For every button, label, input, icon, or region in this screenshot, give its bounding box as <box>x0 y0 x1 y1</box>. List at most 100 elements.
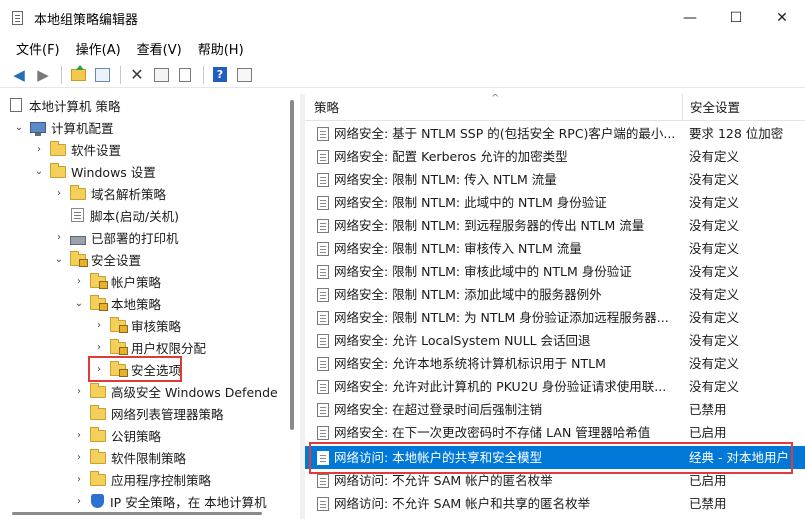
policy-name: 网络安全: 在下一次更改密码时不存储 LAN 管理器哈希值 <box>334 425 651 440</box>
policy-icon <box>317 127 329 141</box>
tree-item-windows-defender-firewall[interactable]: › 高级安全 Windows Defende <box>72 380 278 402</box>
folder-icon <box>50 163 66 178</box>
policy-name: 网络安全: 限制 NTLM: 为 NTLM 身份验证添加远程服务器... <box>334 310 669 325</box>
policy-name: 网络安全: 限制 NTLM: 到远程服务器的传出 NTLM 流量 <box>334 218 645 233</box>
table-row[interactable]: 网络安全: 在超过登录时间后强制注销 已禁用 <box>305 398 805 421</box>
table-row[interactable]: 网络安全: 允许本地系统将计算机标识用于 NTLM 没有定义 <box>305 352 805 375</box>
console-tree: 本地计算机 策略 ⌄ 计算机配置 › 软件设置 ⌄ Windows 设置 › 域… <box>0 94 300 519</box>
delete-icon[interactable]: ✕ <box>126 64 148 86</box>
policy-icon <box>317 426 329 440</box>
chevron-right-icon[interactable]: › <box>92 320 106 331</box>
window-controls: — ☐ ✕ <box>667 0 805 36</box>
policy-value: 已启用 <box>689 425 727 440</box>
menu-file[interactable]: 文件(F) <box>8 39 68 58</box>
table-row[interactable]: 网络安全: 限制 NTLM: 为 NTLM 身份验证添加远程服务器... 没有定义 <box>305 306 805 329</box>
chevron-right-icon[interactable]: › <box>72 276 86 287</box>
minimize-button[interactable]: — <box>667 0 713 36</box>
tree-item-ip-security-policies[interactable]: › IP 安全策略，在 本地计算机 <box>72 490 267 512</box>
menu-view[interactable]: 查看(V) <box>129 39 190 58</box>
tree-item-label: 安全设置 <box>91 252 142 268</box>
tree-item-account-policies[interactable]: › 帐户策略 <box>72 270 161 292</box>
tree-item-label: 软件设置 <box>71 142 122 158</box>
tree-vertical-scrollbar[interactable] <box>290 100 294 430</box>
tree-item-app-control-policies[interactable]: › 应用程序控制策略 <box>72 468 211 490</box>
chevron-right-icon[interactable]: › <box>72 430 86 441</box>
forward-arrow-icon[interactable]: ▶ <box>32 64 54 86</box>
tree-item-local-policies[interactable]: ⌄ 本地策略 <box>72 292 161 314</box>
policy-value: 没有定义 <box>689 287 740 302</box>
tree-item-label: 公钥策略 <box>111 428 162 444</box>
tree-item-local-computer-policy[interactable]: 本地计算机 策略 <box>8 94 120 116</box>
properties-icon[interactable] <box>150 64 172 86</box>
table-row[interactable]: 网络安全: 基于 NTLM SSP 的(包括安全 RPC)客户端的最小... 要求… <box>305 122 805 145</box>
tree-item-software-restriction[interactable]: › 软件限制策略 <box>72 446 186 468</box>
view-icon[interactable] <box>233 64 255 86</box>
locked-folder-icon <box>90 273 108 289</box>
tree-item-public-key-policies[interactable]: › 公钥策略 <box>72 424 161 446</box>
shield-icon <box>91 494 104 508</box>
tree-item-network-list-manager[interactable]: 网络列表管理器策略 <box>72 402 224 424</box>
show-hide-tree-icon[interactable] <box>91 64 113 86</box>
policy-value: 没有定义 <box>689 356 740 371</box>
policy-value: 没有定义 <box>689 264 740 279</box>
policy-value: 没有定义 <box>689 310 740 325</box>
policy-icon <box>317 311 329 325</box>
export-list-icon[interactable] <box>174 64 196 86</box>
chevron-down-icon[interactable]: ⌄ <box>52 254 66 265</box>
tree-item-label: 脚本(启动/关机) <box>90 208 179 224</box>
chevron-right-icon[interactable]: › <box>52 232 66 243</box>
chevron-right-icon[interactable]: › <box>32 144 46 155</box>
table-row[interactable]: 网络安全: 允许 LocalSystem NULL 会话回退 没有定义 <box>305 329 805 352</box>
table-row[interactable]: 网络安全: 限制 NTLM: 到远程服务器的传出 NTLM 流量 没有定义 <box>305 214 805 237</box>
tree-item-name-resolution-policy[interactable]: › 域名解析策略 <box>52 182 166 204</box>
policy-icon <box>317 196 329 210</box>
tree-item-windows-settings[interactable]: ⌄ Windows 设置 <box>32 160 156 182</box>
toolbar-separator <box>203 65 204 84</box>
row-highlight-box <box>309 442 793 474</box>
tree-item-scripts[interactable]: 脚本(启动/关机) <box>52 204 179 226</box>
chevron-down-icon[interactable]: ⌄ <box>12 122 26 133</box>
maximize-button[interactable]: ☐ <box>713 0 759 36</box>
table-row[interactable]: 网络安全: 限制 NTLM: 审核传入 NTLM 流量 没有定义 <box>305 237 805 260</box>
column-header-security-setting[interactable]: 安全设置 <box>682 94 805 121</box>
tree-item-deployed-printers[interactable]: › 已部署的打印机 <box>52 226 179 248</box>
table-row[interactable]: 网络安全: 限制 NTLM: 传入 NTLM 流量 没有定义 <box>305 168 805 191</box>
folder-icon <box>70 185 86 200</box>
table-row[interactable]: 网络安全: 在下一次更改密码时不存储 LAN 管理器哈希值 已启用 <box>305 421 805 444</box>
tree-item-security-settings[interactable]: ⌄ 安全设置 <box>52 248 141 270</box>
list-header: 策略 ^ 安全设置 <box>305 94 805 121</box>
table-row[interactable]: 网络访问: 不允许 SAM 帐户和共享的匿名枚举 已禁用 <box>305 492 805 515</box>
back-arrow-icon[interactable]: ◀ <box>8 64 30 86</box>
policy-icon <box>317 380 329 394</box>
toolbar-separator <box>61 65 62 84</box>
chevron-right-icon[interactable]: › <box>72 452 86 463</box>
chevron-down-icon[interactable]: ⌄ <box>72 298 86 309</box>
close-button[interactable]: ✕ <box>759 0 805 36</box>
tree-item-label: 软件限制策略 <box>111 450 187 466</box>
chevron-right-icon[interactable]: › <box>72 496 86 507</box>
policy-value: 没有定义 <box>689 172 740 187</box>
help-icon[interactable]: ? <box>209 64 231 86</box>
policy-value: 没有定义 <box>689 379 740 394</box>
tree-item-audit-policy[interactable]: › 审核策略 <box>92 314 181 336</box>
menu-action[interactable]: 操作(A) <box>68 39 129 58</box>
table-row[interactable]: 网络安全: 限制 NTLM: 此域中的 NTLM 身份验证 没有定义 <box>305 191 805 214</box>
table-row[interactable]: 网络安全: 限制 NTLM: 审核此域中的 NTLM 身份验证 没有定义 <box>305 260 805 283</box>
chevron-right-icon[interactable]: › <box>72 386 86 397</box>
tree-item-user-rights-assignment[interactable]: › 用户权限分配 <box>92 336 206 358</box>
table-row[interactable]: 网络安全: 允许对此计算机的 PKU2U 身份验证请求使用联... 没有定义 <box>305 375 805 398</box>
chevron-right-icon[interactable]: › <box>72 474 86 485</box>
computer-icon <box>30 121 46 136</box>
tree-item-label: 已部署的打印机 <box>91 230 179 246</box>
policy-value: 已禁用 <box>689 496 727 511</box>
tree-item-software-settings[interactable]: › 软件设置 <box>32 138 121 160</box>
chevron-down-icon[interactable]: ⌄ <box>32 166 46 177</box>
chevron-right-icon[interactable]: › <box>52 188 66 199</box>
menu-help[interactable]: 帮助(H) <box>190 39 252 58</box>
up-folder-icon[interactable] <box>67 64 89 86</box>
tree-horizontal-scrollbar[interactable] <box>12 512 262 515</box>
table-row[interactable]: 网络安全: 限制 NTLM: 添加此域中的服务器例外 没有定义 <box>305 283 805 306</box>
table-row[interactable]: 网络安全: 配置 Kerberos 允许的加密类型 没有定义 <box>305 145 805 168</box>
tree-item-computer-config[interactable]: ⌄ 计算机配置 <box>12 116 114 138</box>
chevron-right-icon[interactable]: › <box>92 342 106 353</box>
